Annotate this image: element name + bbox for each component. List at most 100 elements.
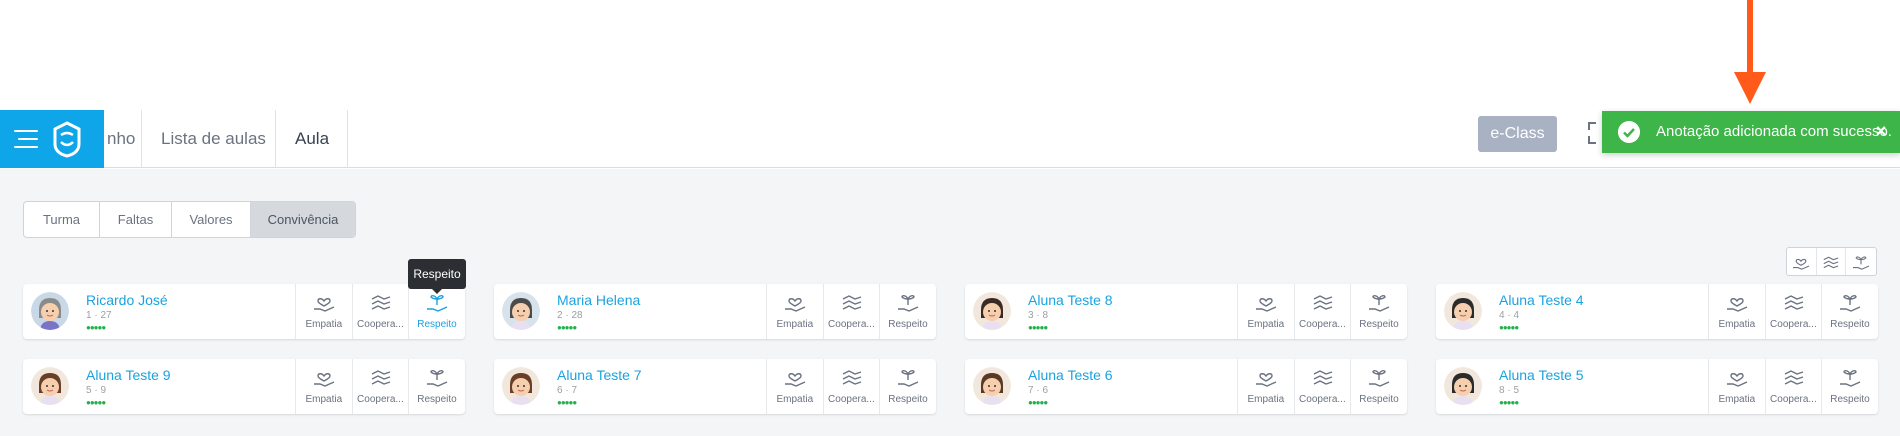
cooperacao-button[interactable]: Coopera... (1764, 284, 1822, 339)
tab-valores[interactable]: Valores (172, 202, 251, 237)
empatia-label: Empatia (305, 394, 343, 405)
cooperacao-button[interactable]: Coopera... (1293, 359, 1351, 414)
nav-item-lista-de-aulas[interactable]: Lista de aulas (161, 110, 266, 168)
cooperacao-button[interactable]: Coopera... (351, 359, 409, 414)
cooperacao-button[interactable]: Coopera... (822, 284, 880, 339)
avatar (973, 292, 1011, 330)
respeito-label: Respeito (1359, 319, 1399, 330)
avatar (973, 367, 1011, 405)
respeito-button[interactable]: Respeito (1821, 284, 1878, 339)
student-name[interactable]: Aluna Teste 6 (1028, 367, 1113, 383)
sprout-hand-icon (1853, 255, 1870, 270)
empatia-button[interactable]: Empatia (1708, 284, 1765, 339)
cooperacao-label: Coopera... (1299, 319, 1346, 330)
student-name[interactable]: Aluna Teste 8 (1028, 292, 1113, 308)
eclass-button[interactable]: e-Class (1478, 116, 1557, 152)
cooperacao-label: Coopera... (1770, 319, 1817, 330)
status-dots: ●●●●● (86, 398, 106, 407)
tab-convivencia[interactable]: Convivência (251, 202, 355, 237)
bulk-cooperacao-button[interactable] (1817, 248, 1847, 275)
student-card: Ricardo José 1 · 27 ●●●●● Empatia Coopera...… (23, 284, 465, 339)
sprout-hand-icon (1369, 295, 1390, 312)
sprout-hand-icon (898, 370, 919, 387)
heart-hand-icon (314, 373, 335, 387)
respeito-button[interactable]: Respeito (1350, 284, 1407, 339)
empatia-button[interactable]: Empatia (766, 284, 823, 339)
status-dots: ●●●●● (1499, 323, 1519, 332)
student-number: 2 · 28 (557, 310, 583, 321)
toast-message: Anotação adicionada com sucesso. (1656, 123, 1892, 140)
value-buttons: Empatia Coopera... Respeito (1708, 359, 1878, 414)
student-name[interactable]: Maria Helena (557, 292, 640, 308)
empatia-button[interactable]: Empatia (1708, 359, 1765, 414)
empatia-label: Empatia (776, 394, 814, 405)
student-card: Aluna Teste 4 4 · 4 ●●●●● Empatia Coopera...… (1436, 284, 1878, 339)
respeito-button[interactable]: Respeito (879, 284, 936, 339)
handshake-icon (1784, 295, 1803, 310)
cooperacao-label: Coopera... (1770, 394, 1817, 405)
nav-item-aula[interactable]: Aula (295, 110, 329, 168)
bulk-values-toolbar (1786, 247, 1877, 276)
heart-hand-icon (785, 373, 806, 387)
sprout-hand-icon (1840, 370, 1861, 387)
empatia-button[interactable]: Empatia (295, 359, 352, 414)
empatia-label: Empatia (305, 319, 343, 330)
student-card: Maria Helena 2 · 28 ●●●●● Empatia Coopera...… (494, 284, 936, 339)
student-name[interactable]: Aluna Teste 4 (1499, 292, 1584, 308)
respeito-button[interactable]: Respeito (1821, 359, 1878, 414)
heart-hand-icon (785, 298, 806, 312)
student-number: 3 · 8 (1028, 310, 1049, 321)
cooperacao-button[interactable]: Coopera... (1764, 359, 1822, 414)
sprout-hand-icon (427, 370, 448, 387)
student-number: 5 · 9 (86, 385, 107, 396)
respeito-button[interactable]: Respeito (408, 359, 465, 414)
bulk-respeito-button[interactable] (1846, 248, 1876, 275)
empatia-label: Empatia (1247, 319, 1285, 330)
respeito-label: Respeito (1830, 394, 1870, 405)
avatar (502, 367, 540, 405)
hamburger-menu-icon[interactable] (14, 130, 38, 148)
student-name[interactable]: Aluna Teste 9 (86, 367, 171, 383)
cooperacao-label: Coopera... (357, 394, 404, 405)
heart-hand-icon (1256, 298, 1277, 312)
cooperacao-label: Coopera... (357, 319, 404, 330)
student-number: 7 · 6 (1028, 385, 1049, 396)
respeito-label: Respeito (888, 319, 928, 330)
sprout-hand-icon (1840, 295, 1861, 312)
app-logo-icon (53, 121, 81, 158)
cooperacao-button[interactable]: Coopera... (1293, 284, 1351, 339)
student-name[interactable]: Aluna Teste 5 (1499, 367, 1584, 383)
respeito-button[interactable]: Respeito (1350, 359, 1407, 414)
arrow-down-icon (1734, 0, 1766, 104)
bulk-empatia-button[interactable] (1787, 248, 1817, 275)
nav-divider (347, 110, 348, 168)
value-buttons: Empatia Coopera... Respeito (295, 359, 465, 414)
view-tabs: Turma Faltas Valores Convivência (23, 201, 356, 238)
tab-turma[interactable]: Turma (24, 202, 100, 237)
empatia-label: Empatia (1718, 319, 1756, 330)
handshake-icon (1823, 256, 1839, 268)
handshake-icon (842, 370, 861, 385)
student-name[interactable]: Ricardo José (86, 292, 168, 308)
value-buttons: Empatia Coopera... Respeito (1708, 284, 1878, 339)
nav-divider (141, 110, 142, 168)
empatia-button[interactable]: Empatia (295, 284, 352, 339)
empatia-button[interactable]: Empatia (766, 359, 823, 414)
status-dots: ●●●●● (557, 398, 577, 407)
cooperacao-button[interactable]: Coopera... (351, 284, 409, 339)
student-name[interactable]: Aluna Teste 7 (557, 367, 642, 383)
respeito-button[interactable]: Respeito (879, 359, 936, 414)
brand-block (0, 110, 104, 168)
empatia-button[interactable]: Empatia (1237, 284, 1294, 339)
respeito-label: Respeito (417, 394, 457, 405)
cooperacao-button[interactable]: Coopera... (822, 359, 880, 414)
tab-faltas[interactable]: Faltas (100, 202, 172, 237)
student-card: Aluna Teste 6 7 · 6 ●●●●● Empatia Coopera...… (965, 359, 1407, 414)
respeito-label: Respeito (1359, 394, 1399, 405)
toast-close-button[interactable]: × (1870, 120, 1892, 142)
nav-item-inicio[interactable]: nho (107, 110, 135, 168)
value-buttons: Empatia Coopera... Respeito (1237, 359, 1407, 414)
respeito-label: Respeito (1830, 319, 1870, 330)
empatia-button[interactable]: Empatia (1237, 359, 1294, 414)
heart-hand-icon (1256, 373, 1277, 387)
